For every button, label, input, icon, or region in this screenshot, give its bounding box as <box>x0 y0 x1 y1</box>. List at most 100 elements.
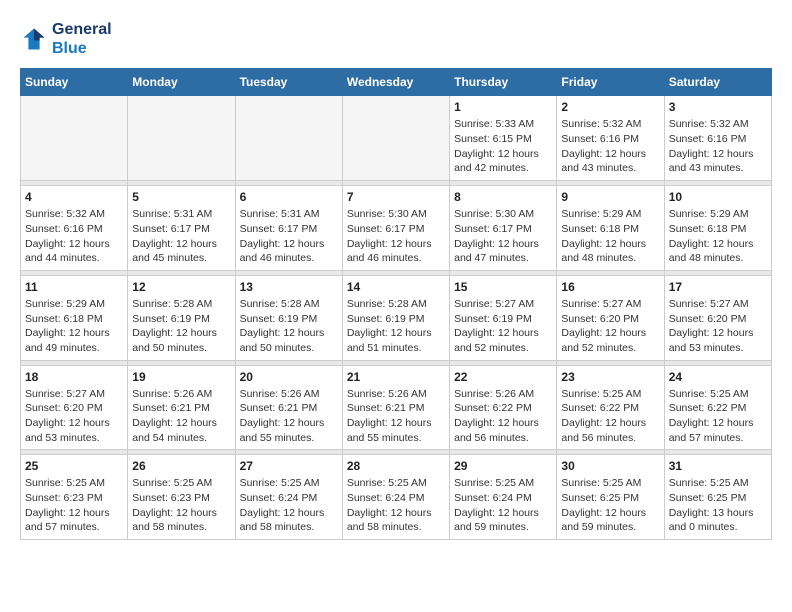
day-info: Sunrise: 5:31 AMSunset: 6:17 PMDaylight:… <box>240 207 338 266</box>
day-info: Sunrise: 5:30 AMSunset: 6:17 PMDaylight:… <box>347 207 445 266</box>
day-info: Sunrise: 5:25 AMSunset: 6:22 PMDaylight:… <box>561 387 659 446</box>
day-cell <box>342 96 449 181</box>
day-number: 11 <box>25 280 123 294</box>
day-info: Sunrise: 5:26 AMSunset: 6:21 PMDaylight:… <box>132 387 230 446</box>
day-cell: 27 Sunrise: 5:25 AMSunset: 6:24 PMDayligh… <box>235 455 342 540</box>
day-info: Sunrise: 5:25 AMSunset: 6:25 PMDaylight:… <box>669 476 767 535</box>
day-info: Sunrise: 5:32 AMSunset: 6:16 PMDaylight:… <box>25 207 123 266</box>
weekday-header-saturday: Saturday <box>664 69 771 96</box>
day-number: 18 <box>25 370 123 384</box>
day-number: 20 <box>240 370 338 384</box>
day-number: 26 <box>132 459 230 473</box>
day-cell: 1 Sunrise: 5:33 AMSunset: 6:15 PMDaylight… <box>450 96 557 181</box>
day-number: 12 <box>132 280 230 294</box>
day-number: 25 <box>25 459 123 473</box>
weekday-header-tuesday: Tuesday <box>235 69 342 96</box>
day-number: 16 <box>561 280 659 294</box>
day-cell: 16 Sunrise: 5:27 AMSunset: 6:20 PMDayligh… <box>557 275 664 360</box>
week-row-1: 1 Sunrise: 5:33 AMSunset: 6:15 PMDaylight… <box>21 96 772 181</box>
day-info: Sunrise: 5:31 AMSunset: 6:17 PMDaylight:… <box>132 207 230 266</box>
weekday-header-wednesday: Wednesday <box>342 69 449 96</box>
day-cell: 4 Sunrise: 5:32 AMSunset: 6:16 PMDaylight… <box>21 186 128 271</box>
day-cell: 19 Sunrise: 5:26 AMSunset: 6:21 PMDayligh… <box>128 365 235 450</box>
day-number: 24 <box>669 370 767 384</box>
day-info: Sunrise: 5:28 AMSunset: 6:19 PMDaylight:… <box>132 297 230 356</box>
weekday-header-row: SundayMondayTuesdayWednesdayThursdayFrid… <box>21 69 772 96</box>
day-info: Sunrise: 5:29 AMSunset: 6:18 PMDaylight:… <box>669 207 767 266</box>
day-number: 10 <box>669 190 767 204</box>
day-cell: 21 Sunrise: 5:26 AMSunset: 6:21 PMDayligh… <box>342 365 449 450</box>
day-number: 9 <box>561 190 659 204</box>
day-cell: 30 Sunrise: 5:25 AMSunset: 6:25 PMDayligh… <box>557 455 664 540</box>
day-cell: 15 Sunrise: 5:27 AMSunset: 6:19 PMDayligh… <box>450 275 557 360</box>
day-info: Sunrise: 5:30 AMSunset: 6:17 PMDaylight:… <box>454 207 552 266</box>
day-info: Sunrise: 5:26 AMSunset: 6:21 PMDaylight:… <box>240 387 338 446</box>
day-cell: 17 Sunrise: 5:27 AMSunset: 6:20 PMDayligh… <box>664 275 771 360</box>
day-number: 21 <box>347 370 445 384</box>
week-row-3: 11 Sunrise: 5:29 AMSunset: 6:18 PMDayligh… <box>21 275 772 360</box>
day-cell: 10 Sunrise: 5:29 AMSunset: 6:18 PMDayligh… <box>664 186 771 271</box>
day-info: Sunrise: 5:25 AMSunset: 6:24 PMDaylight:… <box>347 476 445 535</box>
day-info: Sunrise: 5:33 AMSunset: 6:15 PMDaylight:… <box>454 117 552 176</box>
day-number: 15 <box>454 280 552 294</box>
logo-icon <box>20 25 48 53</box>
day-cell: 14 Sunrise: 5:28 AMSunset: 6:19 PMDayligh… <box>342 275 449 360</box>
day-cell: 23 Sunrise: 5:25 AMSunset: 6:22 PMDayligh… <box>557 365 664 450</box>
day-number: 17 <box>669 280 767 294</box>
day-number: 3 <box>669 100 767 114</box>
day-number: 27 <box>240 459 338 473</box>
day-info: Sunrise: 5:26 AMSunset: 6:21 PMDaylight:… <box>347 387 445 446</box>
day-cell: 5 Sunrise: 5:31 AMSunset: 6:17 PMDaylight… <box>128 186 235 271</box>
day-cell: 12 Sunrise: 5:28 AMSunset: 6:19 PMDayligh… <box>128 275 235 360</box>
day-info: Sunrise: 5:25 AMSunset: 6:24 PMDaylight:… <box>454 476 552 535</box>
header: General Blue <box>20 20 772 58</box>
day-info: Sunrise: 5:25 AMSunset: 6:22 PMDaylight:… <box>669 387 767 446</box>
day-number: 8 <box>454 190 552 204</box>
day-number: 28 <box>347 459 445 473</box>
day-cell: 18Sunrise: 5:27 AMSunset: 6:20 PMDayligh… <box>21 365 128 450</box>
day-cell <box>21 96 128 181</box>
day-cell: 6 Sunrise: 5:31 AMSunset: 6:17 PMDaylight… <box>235 186 342 271</box>
day-number: 19 <box>132 370 230 384</box>
weekday-header-sunday: Sunday <box>21 69 128 96</box>
day-cell: 22 Sunrise: 5:26 AMSunset: 6:22 PMDayligh… <box>450 365 557 450</box>
day-number: 23 <box>561 370 659 384</box>
week-row-5: 25 Sunrise: 5:25 AMSunset: 6:23 PMDayligh… <box>21 455 772 540</box>
week-row-2: 4 Sunrise: 5:32 AMSunset: 6:16 PMDaylight… <box>21 186 772 271</box>
day-info: Sunrise: 5:25 AMSunset: 6:25 PMDaylight:… <box>561 476 659 535</box>
day-number: 4 <box>25 190 123 204</box>
day-cell: 26Sunrise: 5:25 AMSunset: 6:23 PMDayligh… <box>128 455 235 540</box>
day-info: Sunrise: 5:27 AMSunset: 6:20 PMDaylight:… <box>669 297 767 356</box>
day-number: 30 <box>561 459 659 473</box>
day-info: Sunrise: 5:25 AMSunset: 6:23 PMDaylight:… <box>25 476 123 535</box>
day-number: 2 <box>561 100 659 114</box>
day-info: Sunrise: 5:28 AMSunset: 6:19 PMDaylight:… <box>347 297 445 356</box>
day-number: 14 <box>347 280 445 294</box>
day-cell: 9 Sunrise: 5:29 AMSunset: 6:18 PMDaylight… <box>557 186 664 271</box>
day-cell: 11 Sunrise: 5:29 AMSunset: 6:18 PMDayligh… <box>21 275 128 360</box>
weekday-header-monday: Monday <box>128 69 235 96</box>
day-number: 5 <box>132 190 230 204</box>
day-info: Sunrise: 5:27 AMSunset: 6:20 PMDaylight:… <box>561 297 659 356</box>
day-cell: 7 Sunrise: 5:30 AMSunset: 6:17 PMDaylight… <box>342 186 449 271</box>
day-cell: 13Sunrise: 5:28 AMSunset: 6:19 PMDayligh… <box>235 275 342 360</box>
day-cell: 29 Sunrise: 5:25 AMSunset: 6:24 PMDayligh… <box>450 455 557 540</box>
day-number: 29 <box>454 459 552 473</box>
day-number: 6 <box>240 190 338 204</box>
day-number: 31 <box>669 459 767 473</box>
day-cell: 8 Sunrise: 5:30 AMSunset: 6:17 PMDaylight… <box>450 186 557 271</box>
day-info: Sunrise: 5:29 AMSunset: 6:18 PMDaylight:… <box>25 297 123 356</box>
day-info: Sunrise: 5:27 AMSunset: 6:19 PMDaylight:… <box>454 297 552 356</box>
day-number: 13 <box>240 280 338 294</box>
logo: General Blue <box>20 20 112 58</box>
day-cell: 24 Sunrise: 5:25 AMSunset: 6:22 PMDayligh… <box>664 365 771 450</box>
day-info: Sunrise: 5:29 AMSunset: 6:18 PMDaylight:… <box>561 207 659 266</box>
calendar: SundayMondayTuesdayWednesdayThursdayFrid… <box>20 68 772 540</box>
day-number: 22 <box>454 370 552 384</box>
day-number: 7 <box>347 190 445 204</box>
day-info: Sunrise: 5:32 AMSunset: 6:16 PMDaylight:… <box>561 117 659 176</box>
day-number: 1 <box>454 100 552 114</box>
day-cell: 3Sunrise: 5:32 AMSunset: 6:16 PMDaylight… <box>664 96 771 181</box>
day-info: Sunrise: 5:25 AMSunset: 6:24 PMDaylight:… <box>240 476 338 535</box>
day-info: Sunrise: 5:26 AMSunset: 6:22 PMDaylight:… <box>454 387 552 446</box>
